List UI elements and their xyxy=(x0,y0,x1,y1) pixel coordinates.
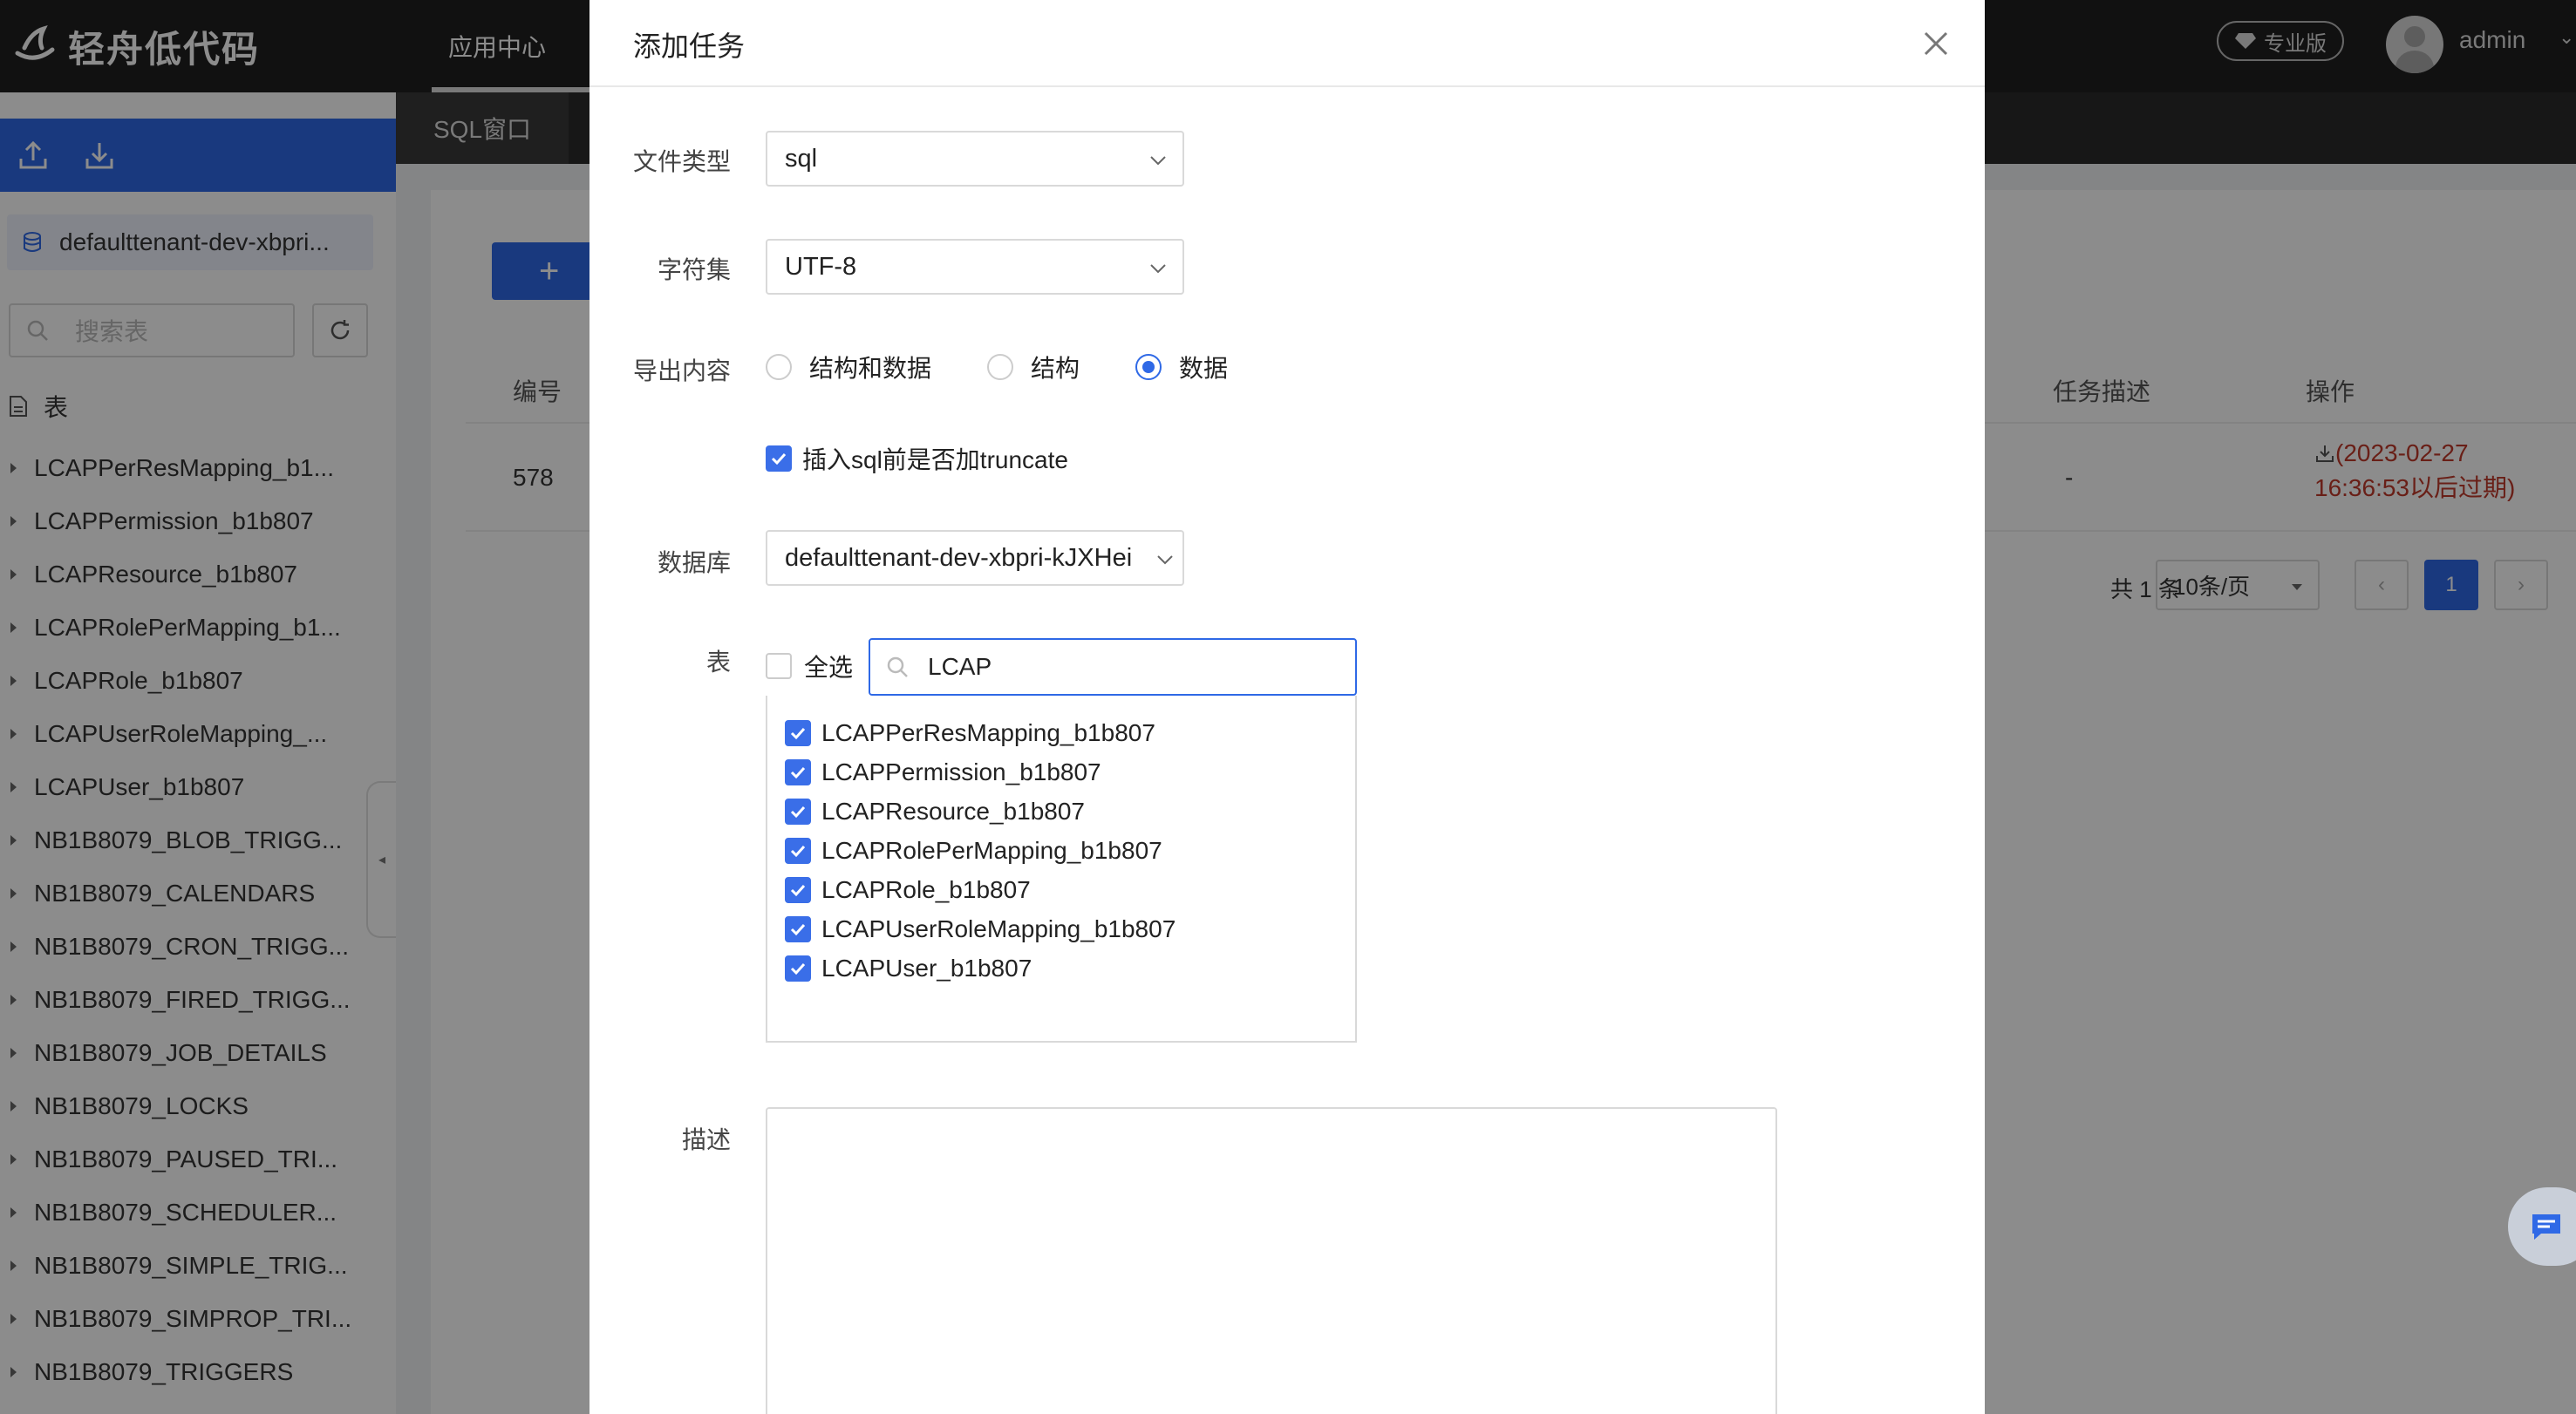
close-icon[interactable] xyxy=(1918,26,1953,61)
charset-select[interactable]: UTF-8 xyxy=(766,239,1184,295)
table-option-label: LCAPRolePerMapping_b1b807 xyxy=(821,836,1162,864)
file-type-label: 文件类型 xyxy=(632,148,731,175)
table-label: 表 xyxy=(705,649,731,676)
database-label: 数据库 xyxy=(657,549,731,576)
select-all-row[interactable]: 全选 xyxy=(766,649,853,683)
table-option-label: LCAPUserRoleMapping_b1b807 xyxy=(821,914,1176,942)
check-icon xyxy=(790,845,806,857)
database-select[interactable]: defaulttenant-dev-xbpri-kJXHei xyxy=(766,530,1184,586)
export-option-label: 结构和数据 xyxy=(809,355,932,382)
export-option-radio[interactable]: 结构和数据 xyxy=(766,350,931,384)
table-filter-value: LCAP xyxy=(928,653,992,680)
description-label: 描述 xyxy=(681,1126,731,1153)
table-checkbox[interactable] xyxy=(785,955,811,982)
chevron-down-icon xyxy=(1150,156,1166,166)
table-option-label: LCAPUser_b1b807 xyxy=(821,954,1032,982)
table-filter-input[interactable]: LCAP xyxy=(869,638,1357,696)
table-option[interactable]: LCAPUser_b1b807 xyxy=(767,948,1355,988)
table-checkbox[interactable] xyxy=(785,798,811,825)
radio-dot[interactable] xyxy=(1135,354,1162,380)
chevron-down-icon xyxy=(1157,555,1173,565)
check-icon xyxy=(790,727,806,739)
export-content-label: 导出内容 xyxy=(632,357,731,384)
table-option-label: LCAPPermission_b1b807 xyxy=(821,758,1101,785)
file-type-select[interactable]: sql xyxy=(766,131,1184,187)
check-icon xyxy=(790,806,806,818)
export-option-radio[interactable]: 数据 xyxy=(1135,350,1228,384)
table-option-label: LCAPResource_b1b807 xyxy=(821,797,1085,825)
select-all-checkbox[interactable] xyxy=(766,653,792,679)
table-option[interactable]: LCAPRole_b1b807 xyxy=(767,870,1355,909)
table-option[interactable]: LCAPUserRoleMapping_b1b807 xyxy=(767,909,1355,948)
table-checkbox[interactable] xyxy=(785,758,811,785)
check-icon xyxy=(790,923,806,935)
truncate-checkbox-row[interactable]: 插入sql前是否加truncate xyxy=(766,441,1068,476)
table-checkbox-list: LCAPPerResMapping_b1b807 LCAPPermission_b… xyxy=(766,696,1357,1043)
modal-title: 添加任务 xyxy=(633,31,746,62)
modal-header: 添加任务 xyxy=(589,0,1985,87)
export-content-radio-group: 结构和数据 结构 数据 xyxy=(766,349,1284,385)
check-icon xyxy=(790,884,806,896)
add-task-modal: 添加任务 文件类型 sql 字符集 UTF-8 导出内容 结构和数据 结构 数据 插… xyxy=(589,0,1985,1414)
table-option-label: LCAPPerResMapping_b1b807 xyxy=(821,718,1155,746)
chevron-down-icon xyxy=(1150,264,1166,274)
charset-label: 字符集 xyxy=(657,256,731,283)
export-option-radio[interactable]: 结构 xyxy=(987,350,1080,384)
table-checkbox[interactable] xyxy=(785,915,811,942)
radio-dot[interactable] xyxy=(987,354,1014,380)
check-icon xyxy=(790,766,806,778)
export-option-label: 结构 xyxy=(1031,355,1080,382)
truncate-checkbox[interactable] xyxy=(766,445,792,472)
table-option-label: LCAPRole_b1b807 xyxy=(821,875,1031,903)
table-checkbox[interactable] xyxy=(785,837,811,864)
table-option[interactable]: LCAPRolePerMapping_b1b807 xyxy=(767,831,1355,870)
table-option[interactable]: LCAPPermission_b1b807 xyxy=(767,752,1355,792)
radio-dot[interactable] xyxy=(766,354,792,380)
table-checkbox[interactable] xyxy=(785,719,811,746)
truncate-label: 插入sql前是否加truncate xyxy=(802,446,1068,473)
chat-icon xyxy=(2532,1214,2560,1240)
table-checkbox[interactable] xyxy=(785,876,811,903)
table-option[interactable]: LCAPResource_b1b807 xyxy=(767,792,1355,831)
description-textarea[interactable] xyxy=(766,1107,1777,1414)
export-option-label: 数据 xyxy=(1179,355,1229,382)
select-all-label: 全选 xyxy=(804,654,854,681)
table-option[interactable]: LCAPPerResMapping_b1b807 xyxy=(767,713,1355,752)
check-icon xyxy=(771,452,787,466)
search-icon xyxy=(887,656,908,677)
check-icon xyxy=(790,962,806,975)
